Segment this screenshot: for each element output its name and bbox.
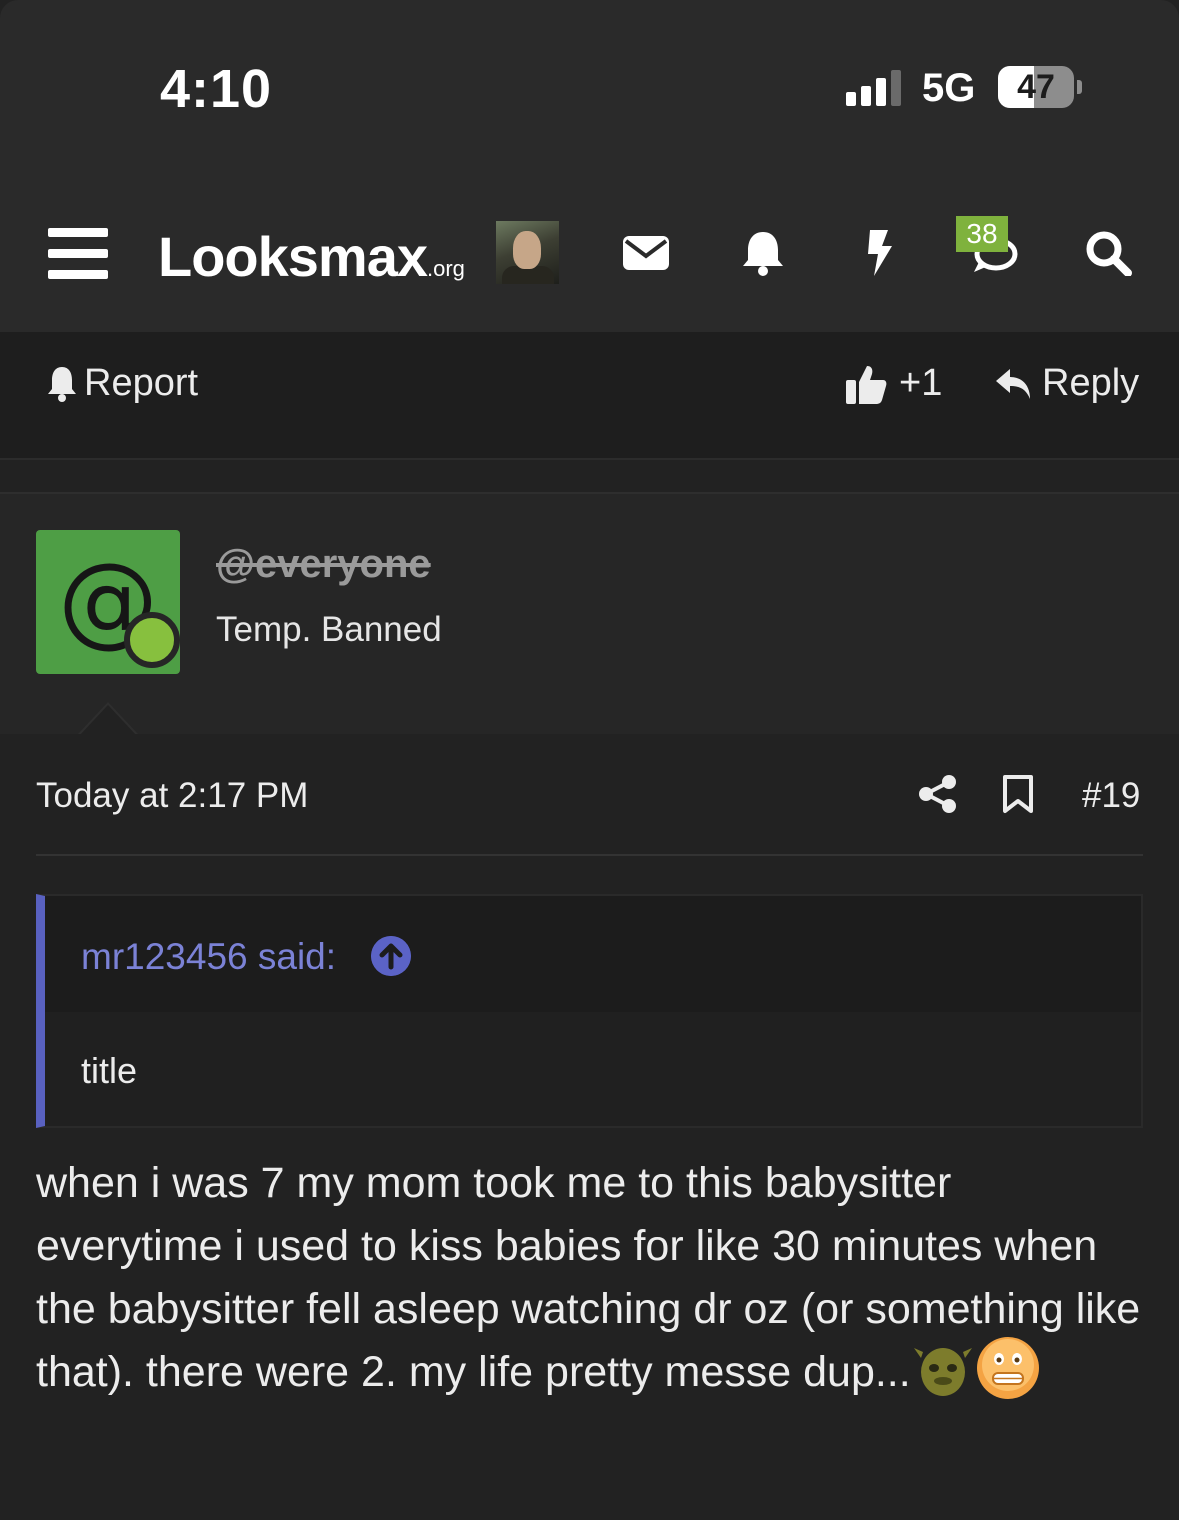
logo-suffix: .org xyxy=(427,256,465,281)
like-count: +1 xyxy=(899,362,943,404)
post-action-bar: Report +1 Reply xyxy=(0,332,1179,458)
battery-icon: 47 xyxy=(998,66,1074,108)
grimace-emoji xyxy=(976,1336,1039,1399)
author-username[interactable]: @everyone xyxy=(216,542,431,587)
bookmark-icon[interactable] xyxy=(1000,774,1036,814)
logo-main: Looksmax xyxy=(158,225,428,288)
thumbs-up-icon xyxy=(846,365,887,404)
network-type: 5G xyxy=(922,66,976,110)
reply-label: Reply xyxy=(1042,362,1140,404)
status-bar: 4:10 5G 47 xyxy=(0,0,1179,190)
battery-level: 47 xyxy=(1017,68,1055,106)
post-meta-row: Today at 2:17 PM #19 xyxy=(0,734,1179,854)
top-navbar: Looksmax.org 38 xyxy=(0,190,1179,332)
meta-divider xyxy=(36,854,1143,856)
post-body: when i was 7 my mom took me to this baby… xyxy=(36,1152,1146,1404)
like-button[interactable]: +1 xyxy=(845,362,942,405)
search-icon[interactable] xyxy=(1084,230,1132,276)
conversations-badge: 38 xyxy=(956,216,1008,252)
post-timestamp[interactable]: Today at 2:17 PM xyxy=(36,776,308,816)
battery-cap xyxy=(1077,80,1082,94)
post-author-block: @ @everyone Temp. Banned xyxy=(0,492,1179,734)
author-pointer-arrow-fill xyxy=(80,705,136,735)
reply-arrow-icon xyxy=(996,368,1030,399)
arrow-up-circle-icon[interactable] xyxy=(371,936,411,976)
online-status-indicator xyxy=(124,612,180,668)
quote-text: title xyxy=(81,1050,138,1091)
site-logo[interactable]: Looksmax.org xyxy=(158,224,465,289)
quote-author-link[interactable]: mr123456 said: xyxy=(81,936,336,978)
section-divider xyxy=(0,458,1179,460)
report-button[interactable]: Report xyxy=(46,362,198,405)
status-clock: 4:10 xyxy=(160,59,273,119)
envelope-icon[interactable] xyxy=(622,230,670,276)
bell-icon[interactable] xyxy=(739,230,787,276)
menu-icon[interactable] xyxy=(48,228,108,280)
post-number-link[interactable]: #19 xyxy=(1082,776,1140,816)
shrek-emoji xyxy=(913,1347,972,1396)
reply-button[interactable]: Reply xyxy=(994,362,1139,405)
bell-icon xyxy=(48,366,76,402)
bolt-icon[interactable] xyxy=(856,230,904,276)
cellular-signal-icon xyxy=(846,70,906,106)
quote-header: mr123456 said: xyxy=(45,896,1141,1012)
account-avatar[interactable] xyxy=(496,221,559,284)
share-icon[interactable] xyxy=(918,774,958,814)
report-label: Report xyxy=(84,362,199,404)
author-user-title: Temp. Banned xyxy=(216,610,442,649)
quote-block: mr123456 said: title xyxy=(36,894,1143,1128)
